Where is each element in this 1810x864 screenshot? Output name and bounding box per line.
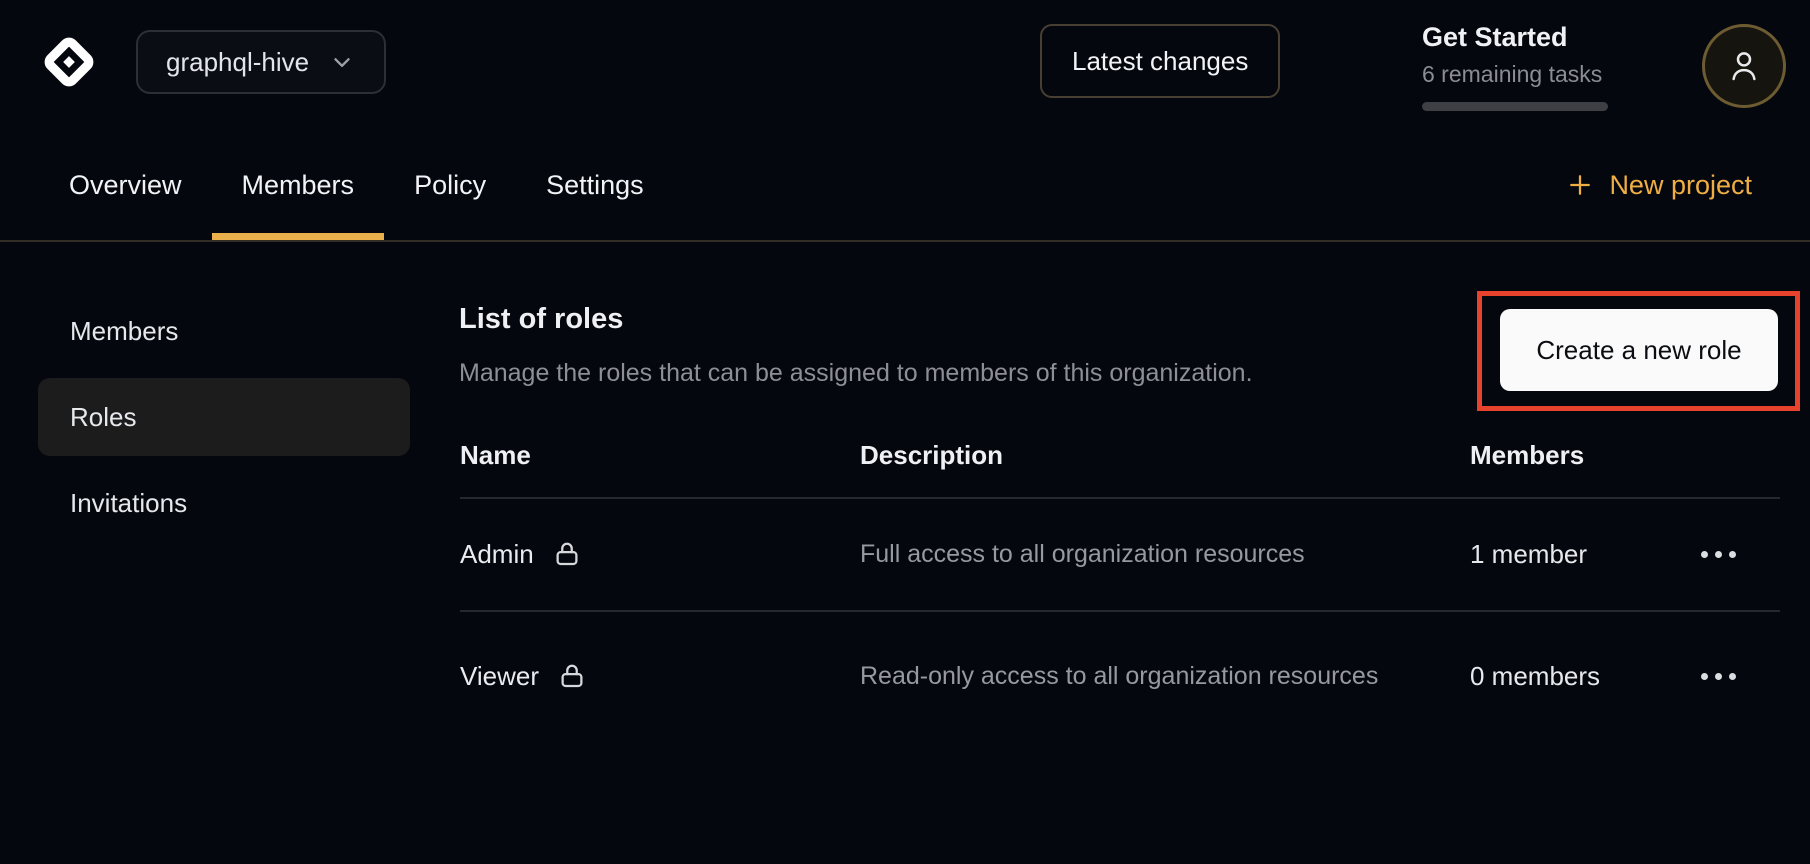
- org-tabs: Overview Members Policy Settings: [39, 130, 674, 240]
- organization-selector-label: graphql-hive: [166, 47, 309, 78]
- role-name: Viewer: [460, 661, 539, 692]
- hive-logo-icon[interactable]: [36, 29, 102, 95]
- row-actions-menu-button[interactable]: [1688, 532, 1748, 576]
- person-icon: [1724, 46, 1764, 86]
- sidebar-item-invitations-label: Invitations: [70, 488, 187, 519]
- tab-members[interactable]: Members: [212, 130, 385, 240]
- ellipsis-icon: [1701, 673, 1708, 680]
- tab-members-label: Members: [242, 170, 355, 201]
- tab-settings-label: Settings: [546, 170, 644, 201]
- new-project-button[interactable]: New project: [1565, 130, 1752, 240]
- chevron-down-icon: [329, 49, 355, 75]
- role-members-count: 1 member: [1470, 539, 1587, 570]
- role-members-count: 0 members: [1470, 661, 1600, 692]
- column-header-name: Name: [460, 440, 531, 471]
- plus-icon: [1565, 170, 1595, 200]
- row-actions-menu-button[interactable]: [1688, 654, 1748, 698]
- table-row-viewer: Viewer Read-only access to all organizat…: [460, 611, 1780, 741]
- sidebar-item-roles-label: Roles: [70, 402, 136, 433]
- organization-selector[interactable]: graphql-hive: [136, 30, 386, 94]
- column-header-description: Description: [860, 440, 1003, 471]
- roles-table-header: Name Description Members: [460, 440, 1780, 468]
- new-project-label: New project: [1609, 170, 1752, 201]
- tab-overview-label: Overview: [69, 170, 182, 201]
- tab-overview[interactable]: Overview: [39, 130, 212, 240]
- tab-settings[interactable]: Settings: [516, 130, 674, 240]
- role-name: Admin: [460, 539, 534, 570]
- page-title: List of roles: [459, 303, 623, 336]
- get-started-progress-bar: [1422, 102, 1608, 111]
- get-started-remaining-tasks: 6 remaining tasks: [1422, 61, 1622, 88]
- ellipsis-icon: [1701, 551, 1708, 558]
- role-name-cell: Admin: [460, 539, 582, 570]
- role-description: Full access to all organization resource…: [860, 534, 1405, 574]
- table-row-admin: Admin Full access to all organization re…: [460, 498, 1780, 610]
- role-description: Read-only access to all organization res…: [860, 656, 1405, 696]
- sidebar-item-roles[interactable]: Roles: [38, 378, 410, 456]
- sidebar-item-members[interactable]: Members: [38, 292, 410, 370]
- column-header-members: Members: [1470, 440, 1584, 471]
- lock-icon: [557, 661, 587, 691]
- role-name-cell: Viewer: [460, 661, 587, 692]
- lock-icon: [552, 539, 582, 569]
- page-description: Manage the roles that can be assigned to…: [459, 359, 1253, 388]
- tab-policy[interactable]: Policy: [384, 130, 516, 240]
- create-new-role-button[interactable]: Create a new role: [1500, 309, 1778, 391]
- tab-policy-label: Policy: [414, 170, 486, 201]
- create-new-role-label: Create a new role: [1536, 335, 1741, 366]
- org-tab-bar: Overview Members Policy Settings New pro…: [0, 130, 1810, 242]
- get-started-widget[interactable]: Get Started 6 remaining tasks: [1422, 22, 1622, 111]
- user-avatar[interactable]: [1702, 24, 1786, 108]
- members-sidebar: Members Roles Invitations: [38, 292, 410, 550]
- get-started-title: Get Started: [1422, 22, 1622, 53]
- sidebar-item-members-label: Members: [70, 316, 178, 347]
- latest-changes-label: Latest changes: [1072, 46, 1248, 77]
- sidebar-item-invitations[interactable]: Invitations: [38, 464, 410, 542]
- latest-changes-button[interactable]: Latest changes: [1040, 24, 1280, 98]
